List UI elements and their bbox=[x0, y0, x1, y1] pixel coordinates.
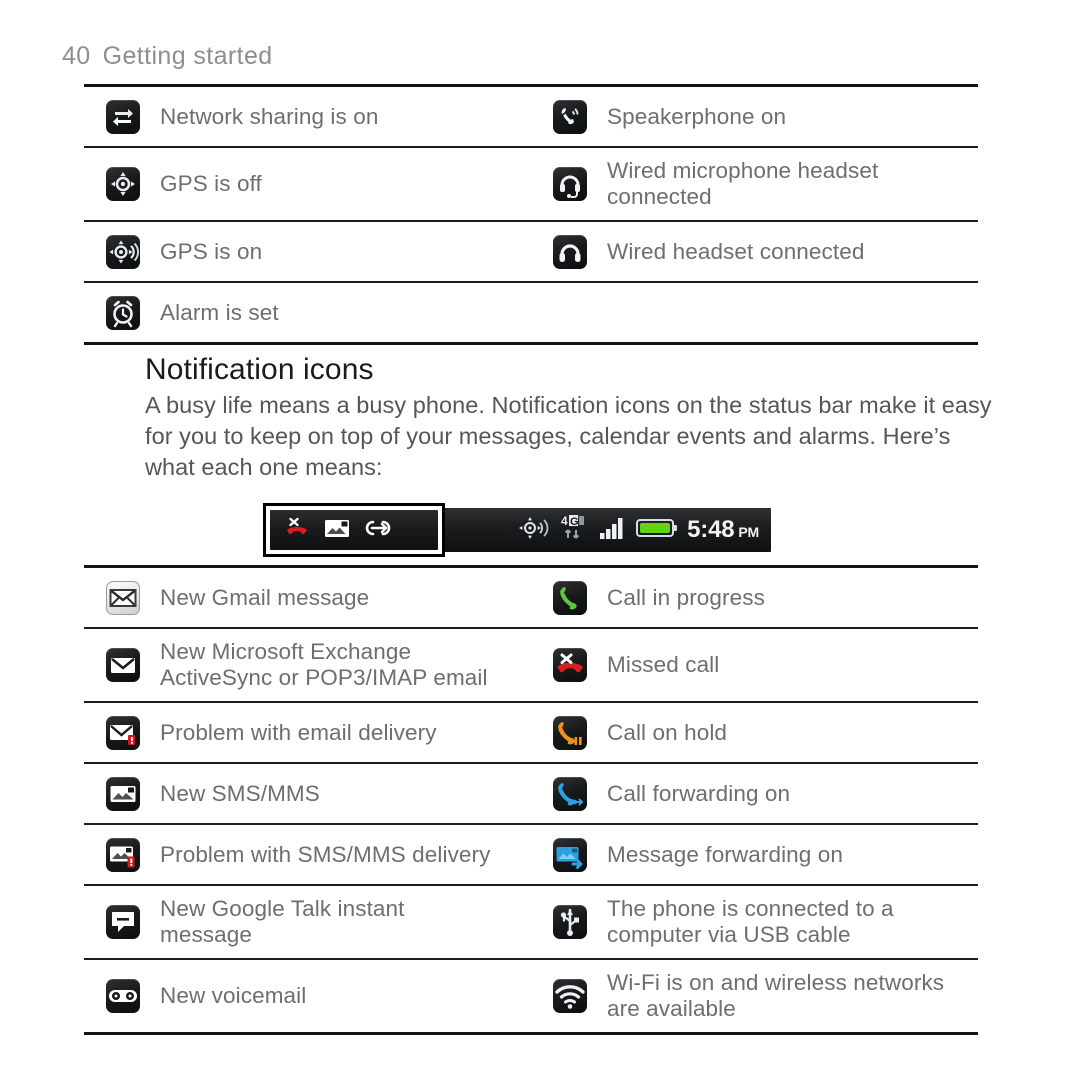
wifi-icon bbox=[553, 979, 587, 1013]
call-on-hold-icon bbox=[553, 715, 587, 750]
network-sharing-icon bbox=[106, 99, 140, 134]
cell-label: Problem with SMS/MMS delivery bbox=[160, 841, 491, 867]
gps-off-icon bbox=[106, 167, 140, 201]
cell-label: Missed call bbox=[607, 652, 720, 677]
table-row: Problem with email delivery Call on hold bbox=[84, 701, 978, 762]
cell-label: Problem with email delivery bbox=[160, 719, 437, 745]
table-cell-left: New voicemail bbox=[84, 960, 531, 1032]
speakerphone-icon bbox=[553, 99, 587, 134]
page-title: Getting started bbox=[102, 42, 273, 70]
table-cell-left: New SMS/MMS bbox=[84, 764, 531, 823]
cell-label: Network sharing is on bbox=[160, 103, 379, 129]
gps-icon bbox=[517, 515, 551, 546]
status-bar-figure: 4 G 5:48 PM bbox=[263, 503, 771, 557]
table-cell-right: The phone is connected to a computer via… bbox=[531, 886, 978, 958]
cell-label: Wired microphone headset connected bbox=[607, 158, 879, 209]
table-cell-right: Call on hold bbox=[531, 703, 978, 762]
page-number: 40 bbox=[62, 42, 91, 70]
cell-label: Speakerphone on bbox=[607, 103, 787, 129]
cell-label: New SMS/MMS bbox=[160, 780, 320, 806]
table-row: New SMS/MMS Call forwarding on bbox=[84, 762, 978, 823]
cell-label: Wi-Fi is on and wireless networks are av… bbox=[607, 970, 945, 1021]
table-cell-right: Speakerphone on bbox=[531, 87, 978, 146]
cell-label: Alarm is set bbox=[160, 299, 279, 325]
4g-data-icon: 4 G bbox=[560, 513, 590, 548]
sms-mms-problem-icon bbox=[106, 837, 140, 872]
table-row: Network sharing is on Speakerphone on bbox=[84, 87, 978, 146]
message-forwarding-icon bbox=[553, 837, 587, 872]
table-row: New Gmail message Call in progress bbox=[84, 568, 978, 627]
table-row: New voicemail Wi-Fi is on and wireless n… bbox=[84, 958, 978, 1032]
table-cell-right: Wired headset connected bbox=[531, 222, 978, 281]
table-row: Problem with SMS/MMS delivery Message fo… bbox=[84, 823, 978, 884]
cell-label: Call in progress bbox=[607, 584, 765, 610]
page-header: 40 Getting started bbox=[62, 42, 273, 71]
clock-ampm: PM bbox=[738, 524, 759, 540]
cell-label: Message forwarding on bbox=[607, 841, 843, 867]
table-cell-left: New Google Talk instant message bbox=[84, 886, 531, 958]
table-cell-left: New Microsoft Exchange ActiveSync or POP… bbox=[84, 629, 531, 701]
table-cell-left: New Gmail message bbox=[84, 568, 531, 627]
table-cell-right-empty bbox=[531, 283, 978, 342]
table-cell-left: Network sharing is on bbox=[84, 87, 531, 146]
table-cell-left: GPS is off bbox=[84, 148, 531, 220]
table-cell-right: Message forwarding on bbox=[531, 825, 978, 884]
cell-label: Wired headset connected bbox=[607, 238, 865, 264]
svg-text:4: 4 bbox=[561, 514, 568, 528]
battery-icon bbox=[636, 516, 678, 545]
table-cell-right: Wired microphone headset connected bbox=[531, 148, 978, 220]
call-in-progress-icon bbox=[553, 580, 587, 615]
table-row: New Microsoft Exchange ActiveSync or POP… bbox=[84, 627, 978, 701]
cell-label: Call forwarding on bbox=[607, 780, 791, 806]
signal-bars-icon bbox=[599, 515, 627, 546]
new-mms-icon bbox=[324, 517, 350, 544]
gps-on-icon bbox=[106, 234, 140, 269]
table-cell-left: Problem with email delivery bbox=[84, 703, 531, 762]
missed-call-icon bbox=[553, 648, 587, 682]
link-icon bbox=[364, 519, 392, 542]
table-cell-right: Missed call bbox=[531, 629, 978, 701]
table-cell-right: Wi-Fi is on and wireless networks are av… bbox=[531, 960, 978, 1032]
svg-text:G: G bbox=[570, 516, 579, 528]
gmail-icon bbox=[106, 580, 140, 615]
notification-icons-table: New Gmail message Call in progress New M… bbox=[84, 565, 978, 1035]
new-sms-mms-icon bbox=[106, 776, 140, 811]
table-cell-right: Call in progress bbox=[531, 568, 978, 627]
table-row: GPS is off Wired microphone headset conn… bbox=[84, 146, 978, 220]
status-bar-clock: 5:48 PM bbox=[687, 516, 759, 544]
table-row: Alarm is set bbox=[84, 281, 978, 342]
google-talk-icon bbox=[106, 905, 140, 939]
wired-microphone-headset-icon bbox=[553, 167, 587, 201]
usb-icon bbox=[553, 905, 587, 939]
cell-label: New Gmail message bbox=[160, 584, 370, 610]
cell-label: Call on hold bbox=[607, 719, 728, 745]
table-cell-right: Call forwarding on bbox=[531, 764, 978, 823]
status-bar-right-section: 4 G 5:48 PM bbox=[441, 508, 771, 552]
cell-label: GPS is on bbox=[160, 238, 263, 264]
wired-headset-icon bbox=[553, 234, 587, 269]
clock-time: 5:48 bbox=[687, 516, 735, 543]
manual-page: 40 Getting started Network sharing is on bbox=[0, 0, 1080, 1080]
table-cell-left: Problem with SMS/MMS delivery bbox=[84, 825, 531, 884]
section-heading: Notification icons bbox=[145, 353, 374, 386]
cell-label: New Google Talk instant message bbox=[160, 896, 405, 947]
status-bar-highlight-box bbox=[263, 503, 445, 557]
cell-label: The phone is connected to a computer via… bbox=[607, 896, 894, 947]
alarm-icon bbox=[106, 295, 140, 330]
missed-call-icon bbox=[284, 517, 310, 544]
table-row: New Google Talk instant message The phon… bbox=[84, 884, 978, 958]
cell-label: New Microsoft Exchange ActiveSync or POP… bbox=[160, 639, 488, 690]
table-row: GPS is on Wired headset connected bbox=[84, 220, 978, 281]
call-forwarding-icon bbox=[553, 776, 587, 811]
section-body-text: A busy life means a busy phone. Notifica… bbox=[145, 392, 992, 480]
cell-label: GPS is off bbox=[160, 171, 262, 196]
email-problem-icon bbox=[106, 715, 140, 750]
status-icons-table: Network sharing is on Speakerphone on GP… bbox=[84, 84, 978, 345]
table-cell-left: Alarm is set bbox=[84, 283, 531, 342]
table-cell-left: GPS is on bbox=[84, 222, 531, 281]
voicemail-icon bbox=[106, 979, 140, 1013]
email-icon bbox=[106, 648, 140, 682]
cell-label: New voicemail bbox=[160, 983, 307, 1008]
